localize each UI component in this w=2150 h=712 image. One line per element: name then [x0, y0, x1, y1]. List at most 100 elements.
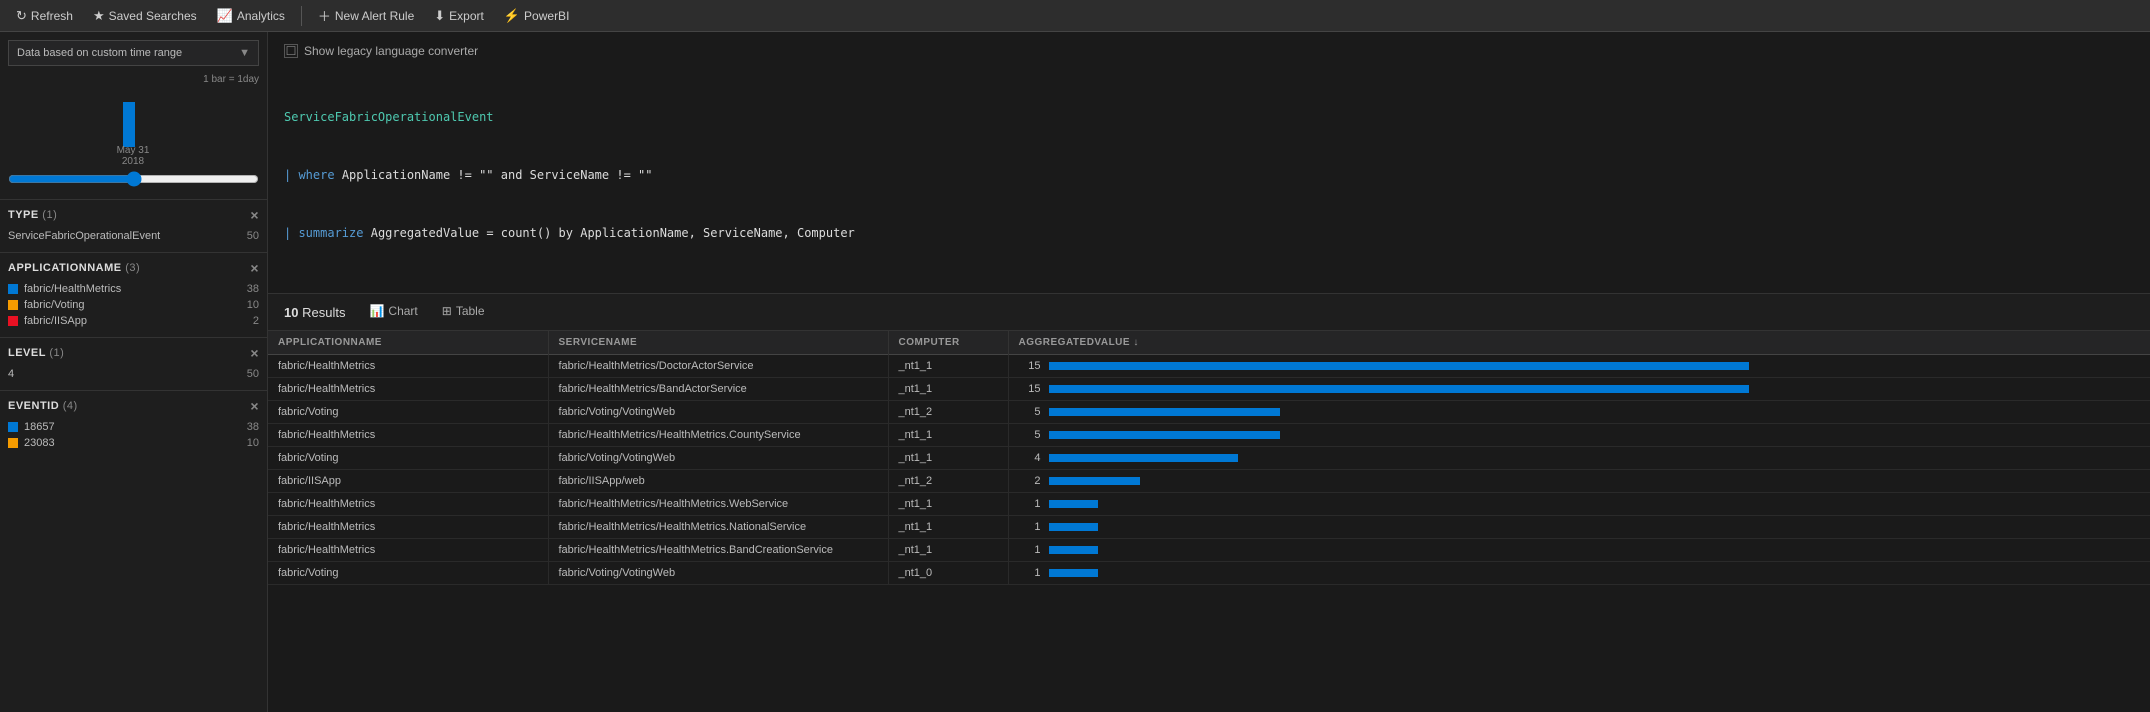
table-row[interactable]: fabric/Votingfabric/Voting/VotingWeb_nt1… [268, 562, 2150, 585]
aggval-number: 1 [1019, 521, 1041, 533]
aggval-bar [1049, 408, 1280, 416]
filter-eventid-close[interactable]: × [250, 399, 259, 413]
cell-svcname: fabric/Voting/VotingWeb [548, 447, 888, 470]
cell-svcname: fabric/Voting/VotingWeb [548, 401, 888, 424]
cell-aggval: 15 [1009, 378, 2150, 400]
table-icon: ⊞ [442, 304, 452, 318]
table-row[interactable]: fabric/HealthMetricsfabric/HealthMetrics… [268, 378, 2150, 401]
chevron-down-icon: ▼ [239, 47, 250, 59]
saved-searches-button[interactable]: ★ Saved Searches [85, 4, 205, 28]
filter-appname-row-0[interactable]: fabric/HealthMetrics 38 [8, 281, 259, 297]
col-header-appname: APPLICATIONNAME [268, 331, 548, 355]
powerbi-label: PowerBI [524, 9, 569, 23]
bar-scale-label: 1 bar = 1day [8, 74, 259, 85]
filter-level-row[interactable]: 4 50 [8, 366, 259, 382]
table-row[interactable]: fabric/HealthMetricsfabric/HealthMetrics… [268, 493, 2150, 516]
filter-type-row[interactable]: ServiceFabricOperationalEvent 50 [8, 228, 259, 244]
cell-svcname: fabric/HealthMetrics/HealthMetrics.BandC… [548, 539, 888, 562]
cell-appname: fabric/HealthMetrics [268, 493, 548, 516]
results-bar: 10 Results 📊 Chart ⊞ Table [268, 294, 2150, 331]
query-section: ☐ Show legacy language converter Service… [268, 32, 2150, 294]
cell-svcname: fabric/HealthMetrics/DoctorActorService [548, 355, 888, 378]
export-icon: ⬇ [434, 8, 445, 24]
aggval-bar [1049, 546, 1098, 554]
filter-appname-close[interactable]: × [250, 261, 259, 275]
refresh-button[interactable]: ↻ Refresh [8, 4, 81, 28]
filter-eventid-label: EVENTID (4) [8, 400, 78, 412]
time-range-label: Data based on custom time range [17, 47, 182, 59]
histogram-area: 1 bar = 1day May 31 2018 [0, 70, 267, 199]
col-header-computer: COMPUTER [888, 331, 1008, 355]
cell-appname: fabric/Voting [268, 562, 548, 585]
color-indicator [8, 438, 18, 448]
filter-appname-row-1[interactable]: fabric/Voting 10 [8, 297, 259, 313]
cell-appname: fabric/Voting [268, 401, 548, 424]
cell-svcname: fabric/HealthMetrics/HealthMetrics.Natio… [548, 516, 888, 539]
hist-date-label: May 31 2018 [108, 145, 158, 167]
aggval-number: 1 [1019, 567, 1041, 579]
col-header-svcname: SERVICENAME [548, 331, 888, 355]
filter-appname-section: APPLICATIONNAME (3) × fabric/HealthMetri… [0, 252, 267, 337]
filter-appname-header: APPLICATIONNAME (3) × [8, 261, 259, 275]
time-range-slider[interactable] [8, 171, 259, 187]
cell-aggval: 1 [1009, 539, 2150, 561]
color-indicator [8, 284, 18, 294]
query-editor[interactable]: ServiceFabricOperationalEvent | where Ap… [284, 66, 2134, 285]
export-button[interactable]: ⬇ Export [426, 4, 492, 28]
filter-eventid-row-1[interactable]: 23083 10 [8, 435, 259, 451]
analytics-label: Analytics [237, 9, 285, 23]
aggval-number: 2 [1019, 475, 1041, 487]
cell-computer: _nt1_2 [888, 470, 1008, 493]
cell-appname: fabric/HealthMetrics [268, 378, 548, 401]
filter-eventid-section: EVENTID (4) × 18657 38 23083 10 [0, 390, 267, 459]
results-count: 10 Results [284, 305, 345, 320]
cell-aggval: 1 [1009, 516, 2150, 538]
aggval-bar [1049, 523, 1098, 531]
powerbi-icon: ⚡ [504, 8, 520, 24]
table-row[interactable]: fabric/IISAppfabric/IISApp/web_nt1_22 [268, 470, 2150, 493]
chart-icon: 📊 [369, 304, 384, 318]
tab-table[interactable]: ⊞ Table [430, 300, 497, 324]
new-alert-button[interactable]: ＋ New Alert Rule [310, 2, 422, 29]
cell-aggval: 15 [1009, 355, 2150, 377]
aggval-number: 1 [1019, 498, 1041, 510]
table-row[interactable]: fabric/Votingfabric/Voting/VotingWeb_nt1… [268, 447, 2150, 470]
cell-computer: _nt1_1 [888, 493, 1008, 516]
table-row[interactable]: fabric/HealthMetricsfabric/HealthMetrics… [268, 516, 2150, 539]
powerbi-button[interactable]: ⚡ PowerBI [496, 4, 578, 28]
filter-level-close[interactable]: × [250, 346, 259, 360]
cell-computer: _nt1_1 [888, 424, 1008, 447]
legacy-checkbox[interactable]: ☐ [284, 44, 298, 58]
filter-type-header: TYPE (1) × [8, 208, 259, 222]
color-indicator [8, 422, 18, 432]
filter-type-close[interactable]: × [250, 208, 259, 222]
nav-separator [301, 6, 302, 26]
results-table: APPLICATIONNAME SERVICENAME COMPUTER AGG… [268, 331, 2150, 585]
aggval-number: 5 [1019, 429, 1041, 441]
tab-chart[interactable]: 📊 Chart [357, 300, 429, 324]
table-row[interactable]: fabric/Votingfabric/Voting/VotingWeb_nt1… [268, 401, 2150, 424]
cell-appname: fabric/HealthMetrics [268, 424, 548, 447]
sidebar: Data based on custom time range ▼ 1 bar … [0, 32, 268, 712]
cell-appname: fabric/IISApp [268, 470, 548, 493]
cell-appname: fabric/HealthMetrics [268, 539, 548, 562]
table-row[interactable]: fabric/HealthMetricsfabric/HealthMetrics… [268, 539, 2150, 562]
cell-appname: fabric/Voting [268, 447, 548, 470]
content-area: ☐ Show legacy language converter Service… [268, 32, 2150, 712]
table-row[interactable]: fabric/HealthMetricsfabric/HealthMetrics… [268, 355, 2150, 378]
filter-eventid-row-0[interactable]: 18657 38 [8, 419, 259, 435]
aggval-bar [1049, 385, 1749, 393]
analytics-icon: 📈 [217, 8, 233, 24]
aggval-bar [1049, 362, 1749, 370]
cell-svcname: fabric/Voting/VotingWeb [548, 562, 888, 585]
aggval-number: 4 [1019, 452, 1041, 464]
filter-appname-row-2[interactable]: fabric/IISApp 2 [8, 313, 259, 329]
col-header-aggval: AGGREGATEDVALUE ↓ [1008, 331, 2150, 355]
legacy-toggle[interactable]: ☐ Show legacy language converter [284, 44, 2134, 58]
analytics-button[interactable]: 📈 Analytics [209, 4, 293, 28]
aggval-bar [1049, 500, 1098, 508]
time-range-selector[interactable]: Data based on custom time range ▼ [8, 40, 259, 66]
table-row[interactable]: fabric/HealthMetricsfabric/HealthMetrics… [268, 424, 2150, 447]
aggval-number: 15 [1019, 383, 1041, 395]
aggval-number: 1 [1019, 544, 1041, 556]
